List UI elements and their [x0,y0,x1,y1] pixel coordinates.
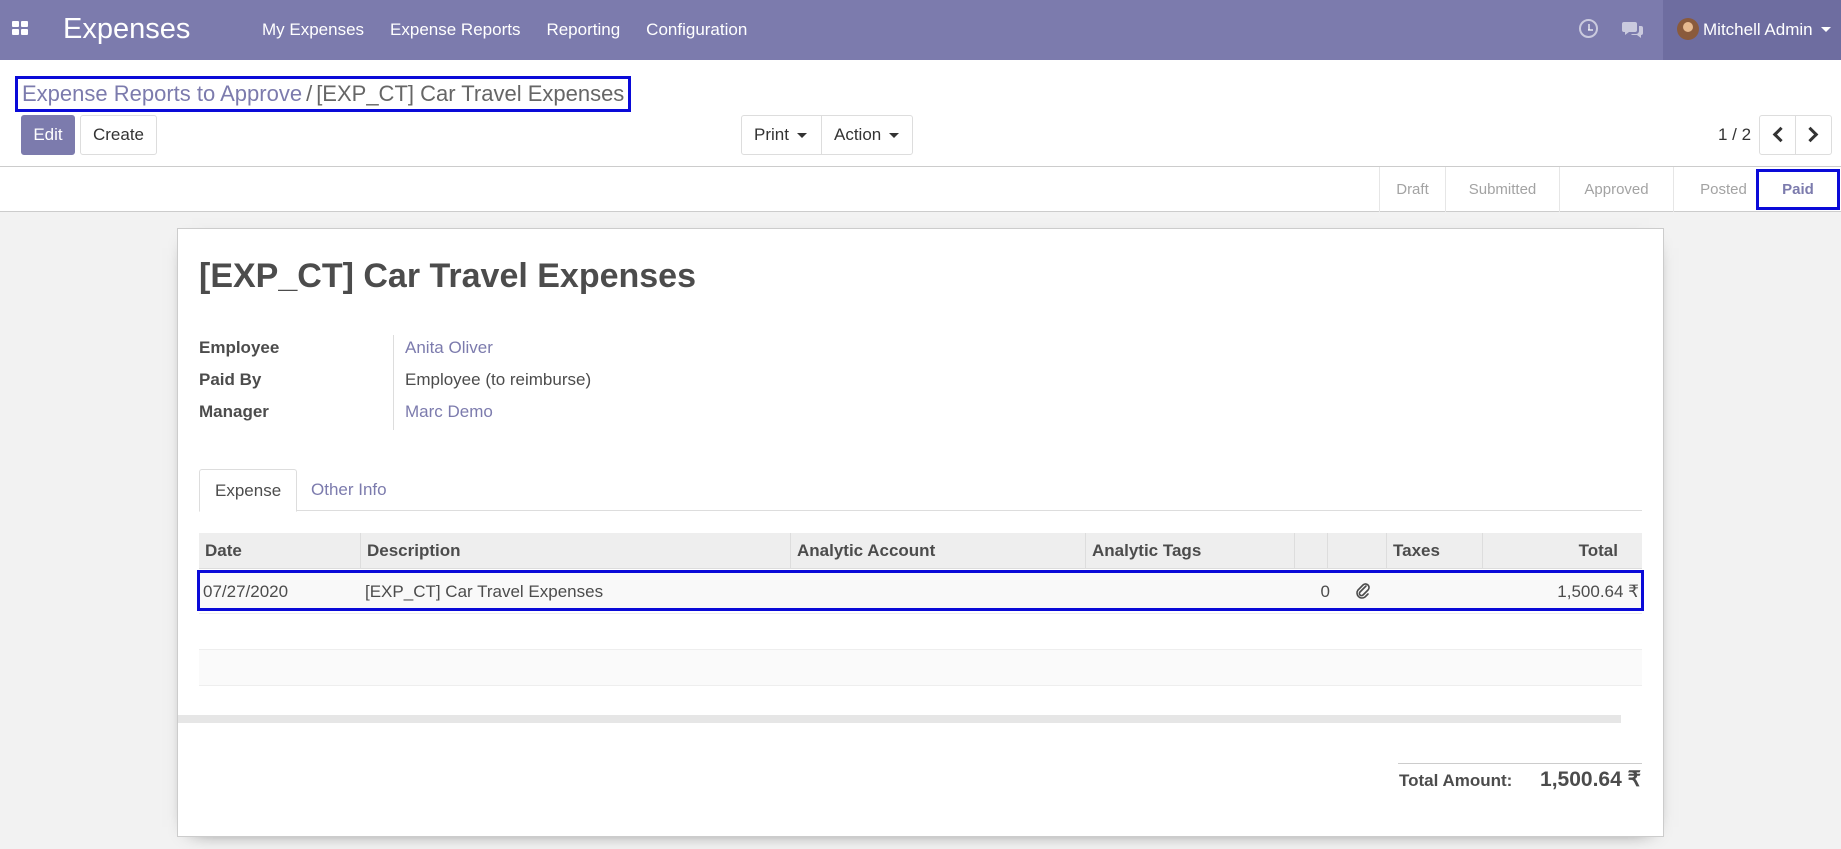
breadcrumb-parent-link[interactable]: Expense Reports to Approve [22,81,302,106]
breadcrumb-current: [EXP_CT] Car Travel Expenses [316,81,625,106]
field-divider [393,335,394,430]
employee-label: Employee [199,338,280,357]
chevron-down-icon [1821,27,1831,32]
breadcrumb-separator: / [306,81,313,106]
header-total[interactable]: Total [1483,533,1642,569]
action-label: Action [834,125,882,144]
header-blank [1328,533,1387,569]
empty-row [199,649,1642,685]
breadcrumb: Expense Reports to Approve / [EXP_CT] Car … [15,76,632,112]
employee-link[interactable]: Anita Oliver [405,338,493,358]
row-total: 1,500.64 ₹ [1557,582,1639,601]
chat-icon[interactable] [1622,19,1644,41]
table-header: Date Description Analytic Account Analyt… [199,533,1642,569]
header-taxes[interactable]: Taxes [1387,533,1483,569]
app-brand[interactable]: Expenses [63,13,190,46]
paperclip-icon[interactable] [1356,583,1370,599]
tab-other-info[interactable]: Other Info [296,469,402,512]
control-panel: Expense Reports to Approve / [EXP_CT] Car … [0,60,1841,167]
menu-expense-reports[interactable]: Expense Reports [390,0,520,60]
stage-paid: Paid [1756,169,1840,210]
row-attachment-count: 0 [1320,582,1330,601]
header-attachments [1295,533,1328,569]
apps-grid-icon[interactable] [12,21,30,37]
record-title: [EXP_CT] Car Travel Expenses [199,257,697,295]
paid-by-label: Paid By [199,370,262,389]
paid-by-value: Employee (to reimburse) [405,370,592,389]
table-footer [178,715,1621,723]
total-amount-value: 1,500.64 ₹ [1540,768,1641,791]
notebook-tabs: Expense Other Info [199,469,1642,512]
main-menu: My Expenses Expense Reports Reporting Co… [262,0,773,60]
user-name: Mitchell Admin [1703,20,1813,39]
menu-configuration[interactable]: Configuration [646,0,747,60]
pager-value[interactable]: 1 / 2 [1718,125,1751,145]
menu-reporting[interactable]: Reporting [546,0,620,60]
chevron-down-icon [889,133,900,139]
chevron-right-icon [1802,126,1819,143]
row-description: [EXP_CT] Car Travel Expenses [365,582,604,601]
chevron-left-icon [1772,126,1789,143]
header-date[interactable]: Date [199,533,361,569]
manager-link[interactable]: Marc Demo [405,402,493,422]
pager-next-button[interactable] [1795,115,1832,155]
stage-draft: Draft [1379,167,1445,212]
menu-my-expenses[interactable]: My Expenses [262,0,364,60]
top-navbar: Expenses My Expenses Expense Reports Rep… [0,0,1841,60]
total-amount-label: Total Amount: [1399,771,1513,790]
header-analytic-account[interactable]: Analytic Account [791,533,1086,569]
empty-row [199,613,1642,649]
pager-previous-button[interactable] [1759,115,1796,155]
tab-expense[interactable]: Expense [199,469,298,512]
table-row[interactable]: 07/27/2020 [EXP_CT] Car Travel Expenses … [197,570,1644,611]
edit-button[interactable]: Edit [21,115,75,155]
action-dropdown-button[interactable]: Action [821,115,913,155]
user-menu[interactable]: Mitchell Admin [1663,0,1841,60]
total-divider [1398,763,1642,764]
header-analytic-tags[interactable]: Analytic Tags [1086,533,1295,569]
stage-approved: Approved [1559,167,1673,212]
row-date: 07/27/2020 [203,582,289,601]
stage-submitted: Submitted [1445,167,1559,212]
header-description[interactable]: Description [361,533,791,569]
chevron-down-icon [796,133,807,139]
print-label: Print [754,125,789,144]
create-button[interactable]: Create [80,115,157,155]
print-dropdown-button[interactable]: Print [741,115,822,155]
status-bar: Draft Submitted Approved Posted Paid [0,167,1841,212]
activity-clock-icon[interactable] [1579,19,1598,38]
form-sheet: [EXP_CT] Car Travel Expenses Employee An… [177,228,1664,837]
avatar [1677,18,1699,40]
manager-label: Manager [199,402,269,421]
